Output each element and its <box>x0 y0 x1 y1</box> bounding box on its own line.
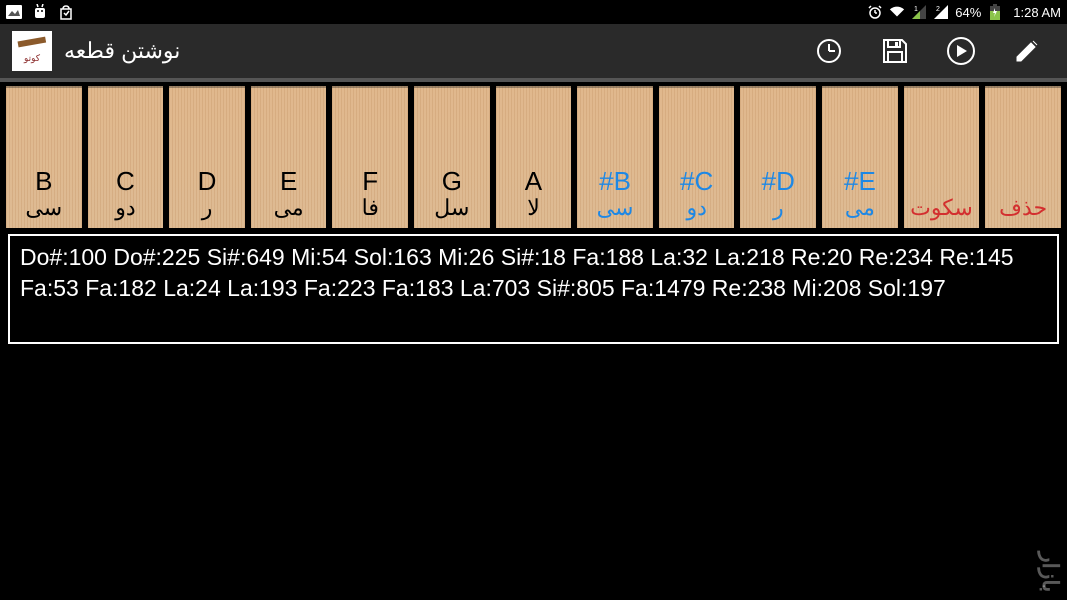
key-letter: B <box>35 167 52 196</box>
page-title: نوشتن قطعه <box>64 38 180 64</box>
play-button[interactable] <box>943 33 979 69</box>
key-letter: D <box>198 167 217 196</box>
keys-row: BسیCدوDرEمیFفاGسلAلا#Bسی#Cدو#Dر#Eمی.سکوت… <box>0 82 1067 228</box>
key-sub: دو <box>115 196 135 220</box>
wifi-icon <box>889 4 905 20</box>
key-letter: #C <box>680 167 713 196</box>
key-sub: سل <box>434 196 469 220</box>
key-G[interactable]: Gسل <box>414 86 490 228</box>
edit-button[interactable] <box>1009 33 1045 69</box>
key-sub: ر <box>773 196 784 220</box>
key-sub: سی <box>597 196 634 220</box>
key-F[interactable]: Fفا <box>332 86 408 228</box>
battery-text: 64% <box>955 5 981 20</box>
key-letter: #D <box>762 167 795 196</box>
key-A[interactable]: Aلا <box>496 86 572 228</box>
key-sub: لا <box>527 196 540 220</box>
key-sub: دو <box>686 196 706 220</box>
status-bar: 1 2 64% 1:28 AM <box>0 0 1067 24</box>
gallery-icon <box>6 4 22 20</box>
key-sub: می <box>274 196 304 220</box>
key-letter: #B <box>599 167 631 196</box>
key-letter: #E <box>844 167 876 196</box>
key-letter: G <box>442 167 462 196</box>
key-letter: F <box>362 167 378 196</box>
key-E[interactable]: Eمی <box>251 86 327 228</box>
key-sub: سکوت <box>910 196 973 220</box>
notes-output[interactable]: Do#:100 Do#:225 Si#:649 Mi:54 Sol:163 Mi… <box>8 234 1059 344</box>
battery-icon <box>987 4 1003 20</box>
key-#D[interactable]: #Dر <box>740 86 816 228</box>
key-D[interactable]: Dر <box>169 86 245 228</box>
svg-text:2: 2 <box>936 6 940 13</box>
android-icon <box>32 4 48 20</box>
key-#B[interactable]: #Bسی <box>577 86 653 228</box>
key-سکوت[interactable]: .سکوت <box>904 86 980 228</box>
svg-text:کوتو: کوتو <box>23 53 41 64</box>
key-حذف[interactable]: .حذف <box>985 86 1061 228</box>
key-sub: می <box>845 196 875 220</box>
store-icon <box>58 4 74 20</box>
key-#E[interactable]: #Eمی <box>822 86 898 228</box>
key-sub: ر <box>202 196 213 220</box>
save-button[interactable] <box>877 33 913 69</box>
key-sub: فا <box>362 196 379 220</box>
app-bar: کوتو نوشتن قطعه <box>0 24 1067 82</box>
alarm-icon <box>867 4 883 20</box>
history-button[interactable] <box>811 33 847 69</box>
clock-text: 1:28 AM <box>1013 5 1061 20</box>
key-letter: A <box>525 167 542 196</box>
watermark: بازار <box>1037 552 1063 592</box>
app-icon: کوتو <box>12 31 52 71</box>
key-sub: حذف <box>999 196 1047 220</box>
key-#C[interactable]: #Cدو <box>659 86 735 228</box>
signal2-icon: 2 <box>933 4 949 20</box>
svg-text:1: 1 <box>914 6 918 13</box>
key-letter: E <box>280 167 297 196</box>
key-letter: C <box>116 167 135 196</box>
key-sub: سی <box>25 196 62 220</box>
key-C[interactable]: Cدو <box>88 86 164 228</box>
signal1-icon: 1 <box>911 4 927 20</box>
key-B[interactable]: Bسی <box>6 86 82 228</box>
